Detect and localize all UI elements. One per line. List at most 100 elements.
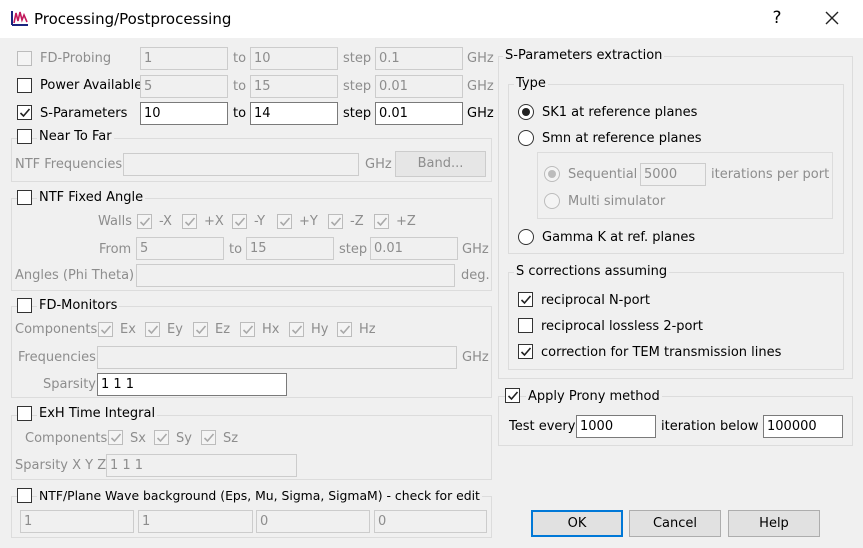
exh-checkbox[interactable] [17,406,32,421]
component-hz-checkbox[interactable] [337,322,352,337]
s-parameters-label: S-Parameters [40,106,128,121]
angles-field[interactable] [136,264,455,287]
sk1-radio[interactable] [518,104,534,120]
close-icon[interactable] [820,6,844,30]
checkmark-icon [100,325,112,335]
component-ez-checkbox[interactable] [193,322,208,337]
sk1-label: SK1 at reference planes [542,105,698,120]
fd-monitors-checkbox[interactable] [17,298,32,313]
checkmark-icon [291,325,303,335]
wall-plus-z-label: +Z [396,214,416,229]
wall-plus-x-checkbox[interactable] [182,214,197,229]
checkmark-icon [507,391,519,401]
component-ey-label: Ey [167,322,183,337]
angles-unit: deg. [461,268,490,283]
checkmark-icon [110,433,122,443]
checkmark-icon [156,433,168,443]
s-extraction-title: S-Parameters extraction [503,48,665,64]
walls-label: Walls [98,214,132,229]
fd-probing-from-field[interactable]: 1 [140,47,228,70]
reciprocal-n-port-checkbox[interactable] [518,292,533,307]
power-available-checkbox[interactable] [17,78,32,93]
power-available-step-label: step [343,79,372,94]
component-sy-checkbox[interactable] [154,430,169,445]
iteration-label: iteration [661,419,716,434]
wall-minus-y-checkbox[interactable] [232,214,247,229]
help-button[interactable]: Help [728,510,820,537]
component-sx-checkbox[interactable] [108,430,123,445]
component-ex-label: Ex [120,322,136,337]
near-to-far-label: Near To Far [37,129,114,145]
angles-label: Angles (Phi Theta) [15,268,135,283]
component-hx-label: Hx [262,322,280,337]
help-title-button[interactable]: ? [767,8,787,28]
component-hx-checkbox[interactable] [240,322,255,337]
ntf-plane-wave-label: NTF/Plane Wave background (Eps, Mu, Sigm… [37,488,482,504]
checkmark-icon [279,217,291,227]
prony-label: Apply Prony method [526,389,662,405]
component-ey-checkbox[interactable] [145,322,160,337]
ntf-fixed-angle-checkbox[interactable] [17,190,32,205]
below-field[interactable]: 100000 [763,415,843,438]
fd-probing-checkbox[interactable] [17,51,32,66]
ntf-to-field[interactable]: 15 [246,237,334,260]
fd-probing-step-field[interactable]: 0.1 [375,47,463,70]
s-parameters-checkbox[interactable] [17,105,32,120]
iterations-per-port-label: iterations per port [711,167,830,182]
component-hy-label: Hy [311,322,329,337]
wall-minus-z-checkbox[interactable] [328,214,343,229]
wall-plus-z-checkbox[interactable] [374,214,389,229]
prony-checkbox[interactable] [505,388,520,403]
component-sz-checkbox[interactable] [201,430,216,445]
ok-button[interactable]: OK [531,510,623,537]
ntf-step-label: step [339,242,368,257]
tem-correction-label: correction for TEM transmission lines [541,345,782,360]
power-available-from-field[interactable]: 5 [140,75,228,98]
app-icon [10,8,30,28]
component-hy-checkbox[interactable] [289,322,304,337]
fd-probing-to-field[interactable]: 10 [250,47,338,70]
test-every-field[interactable]: 1000 [576,415,656,438]
fd-probing-unit: GHz [467,51,494,66]
band-button[interactable]: Band... [395,151,486,177]
eps-field[interactable]: 1 [20,510,134,533]
ntf-frequencies-field[interactable] [123,153,359,176]
gamma-radio[interactable] [518,229,534,245]
exh-sparsity-field[interactable]: 1 1 1 [106,454,297,477]
ntf-step-field[interactable]: 0.01 [370,237,458,260]
power-available-to-field[interactable]: 15 [250,75,338,98]
gamma-label: Gamma K at ref. planes [542,230,696,245]
power-available-step-field[interactable]: 0.01 [375,75,463,98]
mu-field[interactable]: 1 [138,510,253,533]
type-title: Type [514,76,548,92]
multi-simulator-radio[interactable] [544,193,560,209]
wall-minus-x-checkbox[interactable] [137,214,152,229]
cancel-button[interactable]: Cancel [629,510,721,537]
smn-radio[interactable] [518,130,534,146]
s-parameters-step-field[interactable]: 0.01 [375,102,463,125]
near-to-far-checkbox[interactable] [17,129,32,144]
tem-correction-checkbox[interactable] [518,344,533,359]
sequential-iterations-field[interactable]: 5000 [640,163,706,186]
component-sx-label: Sx [130,431,146,446]
reciprocal-lossless-checkbox[interactable] [518,318,533,333]
s-parameters-step-label: step [343,106,372,121]
checkmark-icon [234,217,246,227]
sigmam-field[interactable]: 0 [374,510,487,533]
s-parameters-from-field[interactable]: 10 [140,102,228,125]
component-ex-checkbox[interactable] [98,322,113,337]
checkmark-icon [330,217,342,227]
fd-frequencies-field[interactable] [97,346,457,369]
ntf-from-field[interactable]: 5 [136,237,224,260]
checkmark-icon [242,325,254,335]
reciprocal-lossless-label: reciprocal lossless 2-port [541,319,703,334]
s-parameters-to-field[interactable]: 14 [250,102,338,125]
power-available-unit: GHz [467,79,494,94]
checkmark-icon [376,217,388,227]
ntf-plane-wave-checkbox[interactable] [17,488,32,503]
sequential-radio[interactable] [544,166,560,182]
sigma-field[interactable]: 0 [256,510,370,533]
wall-plus-y-checkbox[interactable] [277,214,292,229]
reciprocal-n-port-label: reciprocal N-port [541,293,651,308]
fd-sparsity-field[interactable]: 1 1 1 [97,373,287,396]
